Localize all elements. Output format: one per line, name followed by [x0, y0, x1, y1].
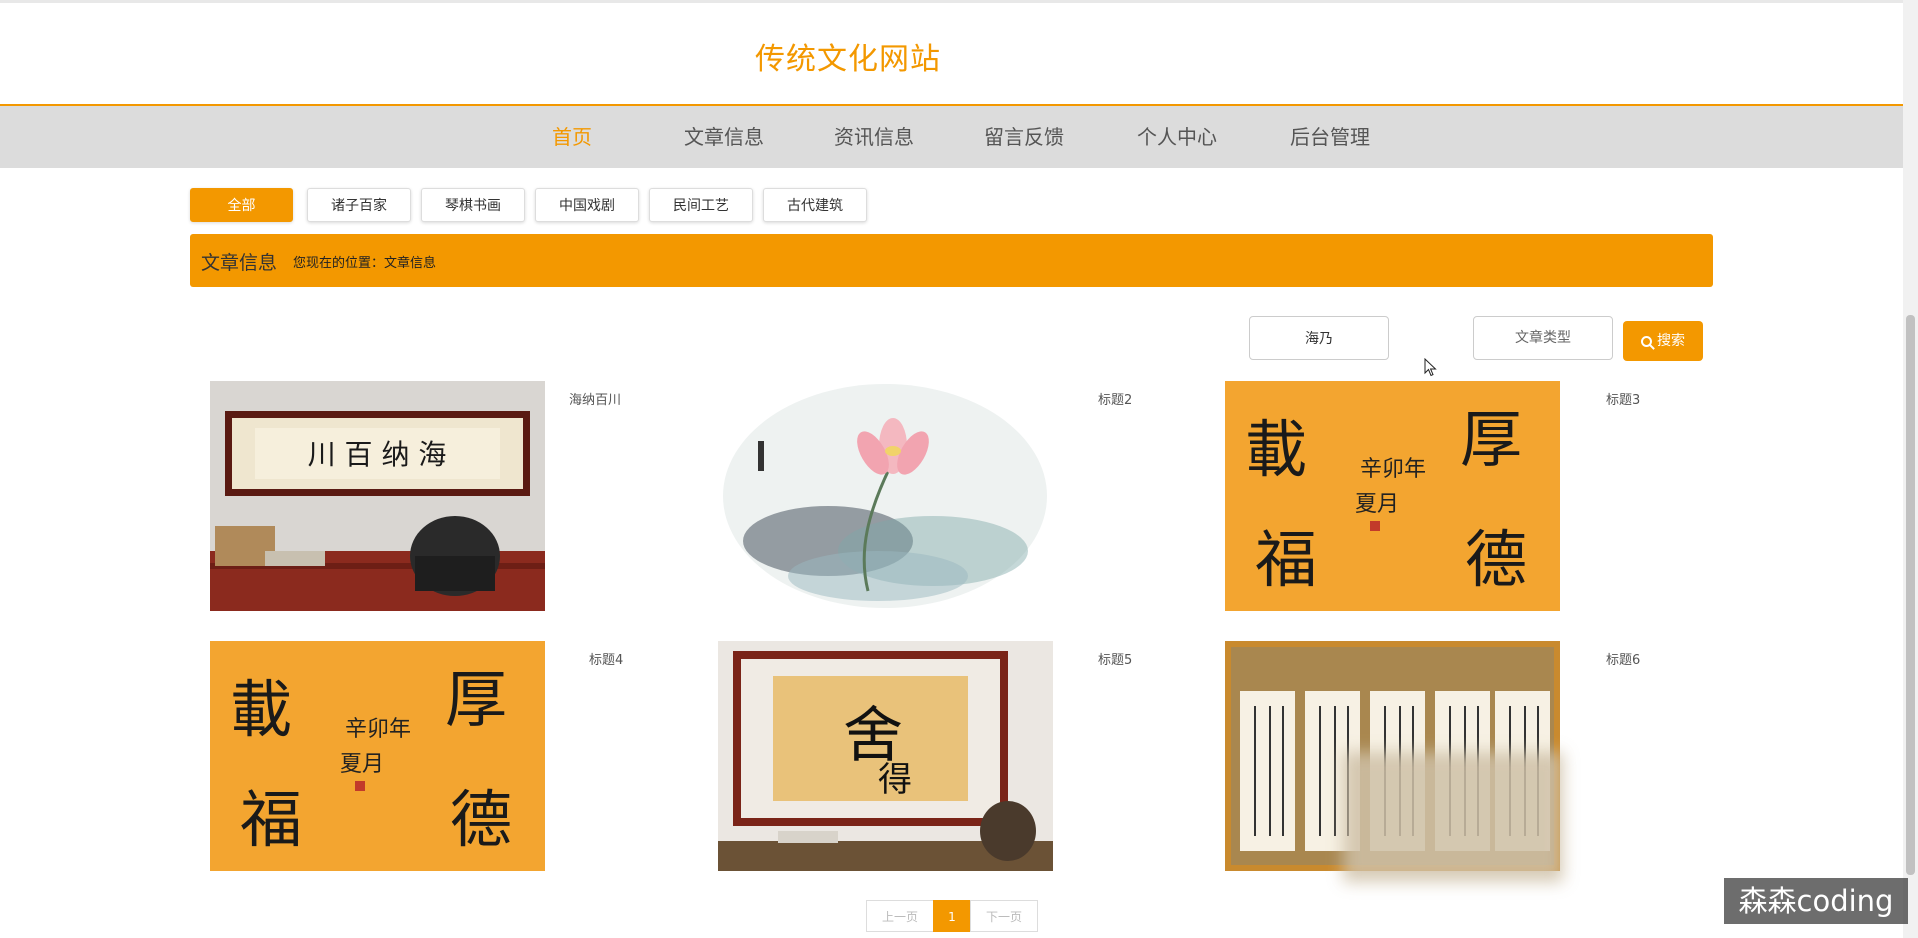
- svg-text:厚: 厚: [445, 663, 507, 736]
- svg-text:德: 德: [1465, 523, 1527, 596]
- nav-home[interactable]: 首页: [552, 106, 592, 168]
- article-title-3[interactable]: 标题3: [1606, 389, 1640, 408]
- svg-text:厚: 厚: [1460, 403, 1522, 476]
- banner-title: 文章信息: [201, 252, 278, 274]
- nav-news[interactable]: 资讯信息: [834, 106, 914, 168]
- nav-profile[interactable]: 个人中心: [1137, 106, 1217, 168]
- main-navbar: 首页 文章信息 资讯信息 留言反馈 个人中心 后台管理: [0, 106, 1903, 168]
- article-title-1[interactable]: 海纳百川: [569, 389, 621, 408]
- category-all[interactable]: 全部: [190, 188, 293, 222]
- watermark-label: 森森coding: [1724, 878, 1908, 924]
- article-image-4[interactable]: 載 厚 福 德 辛卯年 夏月: [210, 641, 545, 871]
- blurred-region: [1343, 752, 1563, 882]
- article-image-5[interactable]: 舍 得: [718, 641, 1053, 871]
- page-1-button[interactable]: 1: [933, 900, 971, 932]
- lotus-painting-image: [718, 381, 1053, 611]
- category-opera[interactable]: 中国戏剧: [535, 188, 639, 222]
- category-crafts[interactable]: 民间工艺: [649, 188, 753, 222]
- svg-text:夏月: 夏月: [1355, 492, 1399, 517]
- article-image-3[interactable]: 載 厚 福 德 辛卯年 夏月: [1225, 381, 1560, 611]
- category-architecture[interactable]: 古代建筑: [763, 188, 867, 222]
- svg-text:德: 德: [450, 783, 512, 856]
- svg-text:辛卯年: 辛卯年: [345, 717, 411, 742]
- framed-calligraphy-image: 舍 得: [718, 641, 1053, 871]
- svg-text:川 百 纳 海: 川 百 纳 海: [308, 438, 447, 471]
- framed-calligraphy-image: 川 百 纳 海: [210, 381, 545, 611]
- section-banner: 文章信息 您现在的位置：文章信息: [190, 234, 1713, 287]
- nav-articles[interactable]: 文章信息: [684, 106, 764, 168]
- article-type-select[interactable]: 文章类型: [1473, 316, 1613, 360]
- svg-text:載: 載: [230, 673, 292, 746]
- scrollbar-thumb[interactable]: [1906, 315, 1915, 875]
- article-title-6[interactable]: 标题6: [1606, 649, 1640, 668]
- article-image-2[interactable]: [718, 381, 1053, 611]
- search-button-label: 搜索: [1657, 333, 1685, 349]
- search-icon: [1641, 336, 1652, 347]
- category-qinqi[interactable]: 琴棋书画: [421, 188, 525, 222]
- next-page-button[interactable]: 下一页: [970, 900, 1038, 932]
- search-input[interactable]: [1249, 316, 1389, 360]
- svg-text:得: 得: [878, 760, 912, 800]
- orange-calligraphy-image: 載 厚 福 德 辛卯年 夏月: [210, 641, 545, 871]
- svg-text:福: 福: [240, 783, 302, 856]
- article-image-1[interactable]: 川 百 纳 海: [210, 381, 545, 611]
- prev-page-button[interactable]: 上一页: [866, 900, 934, 932]
- breadcrumb: 您现在的位置：文章信息: [293, 256, 437, 271]
- svg-text:福: 福: [1255, 523, 1317, 596]
- top-border: [0, 0, 1918, 3]
- article-title-2[interactable]: 标题2: [1098, 389, 1132, 408]
- article-title-4[interactable]: 标题4: [589, 649, 623, 668]
- article-title-5[interactable]: 标题5: [1098, 649, 1132, 668]
- category-zhuzi[interactable]: 诸子百家: [307, 188, 411, 222]
- search-button[interactable]: 搜索: [1623, 321, 1703, 361]
- orange-calligraphy-image: 載 厚 福 德 辛卯年 夏月: [1225, 381, 1560, 611]
- svg-text:夏月: 夏月: [340, 752, 384, 777]
- nav-feedback[interactable]: 留言反馈: [984, 106, 1064, 168]
- svg-text:載: 載: [1245, 413, 1307, 486]
- nav-admin[interactable]: 后台管理: [1290, 106, 1370, 168]
- svg-text:辛卯年: 辛卯年: [1360, 457, 1426, 482]
- site-title: 传统文化网站: [755, 42, 941, 77]
- mouse-cursor-icon: [1424, 358, 1437, 377]
